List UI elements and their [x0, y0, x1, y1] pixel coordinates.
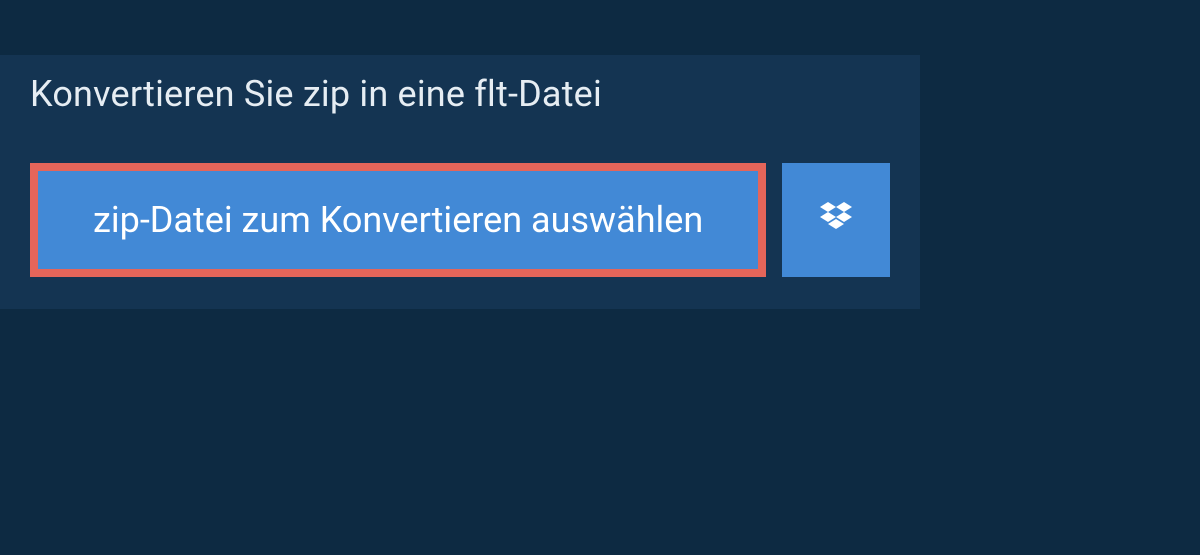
- page-title: Konvertieren Sie zip in eine flt-Datei: [30, 73, 690, 115]
- dropbox-button[interactable]: [782, 163, 890, 277]
- select-file-label: zip-Datei zum Konvertieren auswählen: [93, 199, 703, 241]
- heading-container: Konvertieren Sie zip in eine flt-Datei: [0, 55, 720, 133]
- converter-panel: Konvertieren Sie zip in eine flt-Datei z…: [0, 55, 920, 309]
- action-row: zip-Datei zum Konvertieren auswählen: [0, 133, 920, 309]
- dropbox-icon: [816, 198, 856, 242]
- select-file-button[interactable]: zip-Datei zum Konvertieren auswählen: [30, 163, 766, 277]
